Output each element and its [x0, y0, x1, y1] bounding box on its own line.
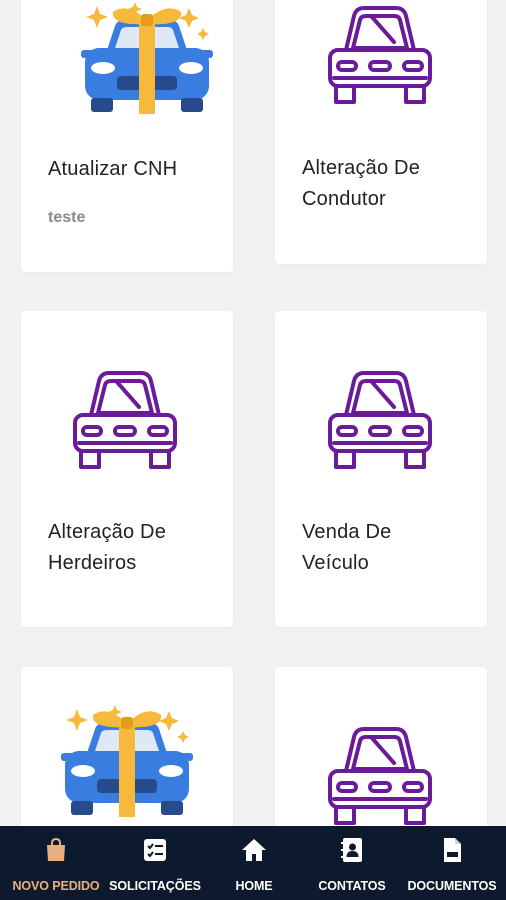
shopping-bag-icon: [47, 837, 65, 861]
nav-label: DOCUMENTOS: [407, 879, 497, 893]
gift-car-icon: [77, 0, 217, 128]
gift-car-icon: [57, 701, 197, 831]
nav-item-solicitacoes[interactable]: SOLICITAÇÕES: [104, 826, 206, 900]
card-title: Atualizar CNH: [48, 158, 178, 180]
nav-label: CONTATOS: [318, 879, 386, 893]
car-outline-icon: [65, 367, 185, 477]
contacts-book-icon: [341, 838, 362, 862]
bottom-navigation: NOVO PEDIDO SOLICITAÇÕES HOME CONTATOS D…: [0, 826, 506, 900]
car-outline-icon: [320, 367, 440, 477]
car-outline-icon: [320, 723, 440, 833]
service-card-atualizar-cnh[interactable]: Atualizar CNH teste: [21, 0, 233, 272]
card-title: Venda De Veículo: [302, 521, 392, 574]
nav-item-home[interactable]: HOME: [206, 826, 302, 900]
nav-label: HOME: [235, 879, 273, 893]
card-subtitle: teste: [48, 209, 86, 226]
card-title: Alteração De Condutor: [302, 157, 421, 210]
document-icon: [444, 838, 461, 862]
nav-label: NOVO PEDIDO: [12, 879, 100, 893]
service-card-venda-veiculo[interactable]: Venda De Veículo: [275, 311, 487, 627]
car-outline-icon: [320, 2, 440, 112]
card-title: Alteração De Herdeiros: [48, 521, 167, 574]
nav-item-novo-pedido[interactable]: NOVO PEDIDO: [0, 826, 112, 900]
nav-label: SOLICITAÇÕES: [109, 879, 201, 893]
service-card-alteracao-herdeiros[interactable]: Alteração De Herdeiros: [21, 311, 233, 627]
service-card-alteracao-condutor[interactable]: Alteração De Condutor: [275, 0, 487, 264]
home-icon: [242, 839, 266, 861]
nav-item-contatos[interactable]: CONTATOS: [302, 826, 402, 900]
nav-item-documentos[interactable]: DOCUMENTOS: [398, 826, 506, 900]
checklist-icon: [144, 839, 166, 861]
